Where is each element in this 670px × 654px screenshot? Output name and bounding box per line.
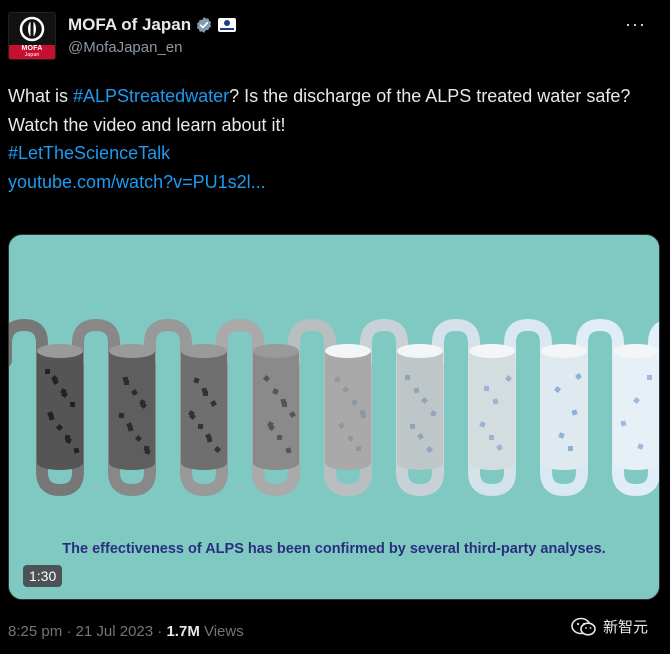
tweet-text: What is #ALPStreatedwater? Is the discha… — [8, 82, 648, 196]
display-name[interactable]: MOFA of Japan — [68, 15, 191, 35]
filter-cylinder — [469, 344, 515, 470]
account-handle[interactable]: @MofaJapan_en — [68, 39, 182, 56]
tweet-line-1: What is #ALPStreatedwater? Is the discha… — [8, 86, 631, 106]
name-line: MOFA of Japan — [68, 14, 237, 36]
filter-cylinder — [325, 344, 371, 470]
wechat-icon — [571, 617, 596, 636]
filter-cylinder — [109, 344, 155, 470]
youtube-link[interactable]: youtube.com/watch?v=PU1s2l... — [8, 172, 266, 192]
verified-badge-icon[interactable] — [195, 16, 213, 34]
filter-cylinder — [181, 344, 227, 470]
hashtag-alps[interactable]: #ALPStreatedwater — [73, 86, 229, 106]
views-count: 1.7M — [166, 623, 200, 640]
more-options-icon[interactable]: ··· — [625, 14, 646, 35]
filter-cylinder — [613, 344, 659, 470]
video-player[interactable]: The effectiveness of ALPS has been confi… — [8, 234, 660, 600]
video-duration-badge: 1:30 — [23, 565, 63, 587]
filter-cylinder — [397, 344, 443, 470]
filter-cylinder — [253, 344, 299, 470]
watermark-text: 新智元 — [602, 619, 648, 636]
tweet-meta: 8:25 pm · 21 Jul 2023 · 1.7M Views — [8, 623, 244, 640]
mofa-logo-icon — [9, 13, 55, 45]
avatar-label: MOFA Japan — [9, 45, 55, 59]
tweet-date[interactable]: 21 Jul 2023 — [76, 623, 154, 640]
tweet-header: MOFA Japan MOFA of Japan @MofaJapan_en ·… — [0, 0, 670, 70]
watermark: 新智元 — [571, 616, 648, 637]
video-caption: The effectiveness of ALPS has been confi… — [62, 541, 606, 557]
tweet-time[interactable]: 8:25 pm — [8, 623, 62, 640]
tweet-line-2: Watch the video and learn about it! — [8, 114, 286, 135]
views-label: Views — [199, 623, 244, 640]
filter-cylinder — [541, 344, 587, 470]
filter-cylinder — [37, 344, 83, 470]
government-affiliation-icon[interactable] — [218, 18, 237, 32]
avatar[interactable]: MOFA Japan — [8, 12, 56, 60]
hashtag-science[interactable]: #LetTheScienceTalk — [8, 143, 170, 163]
